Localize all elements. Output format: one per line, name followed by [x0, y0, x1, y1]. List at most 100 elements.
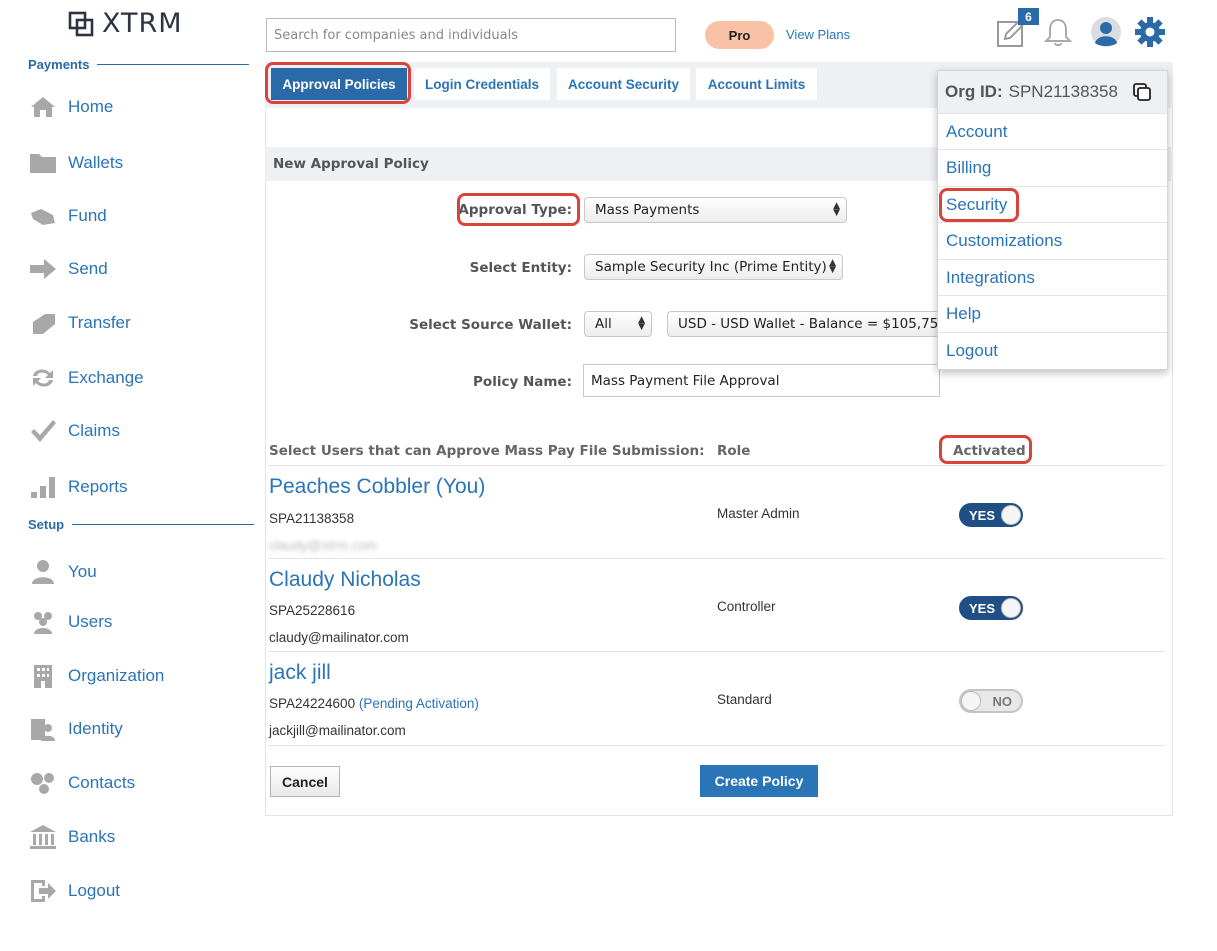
tab-account-limits[interactable]: Account Limits	[696, 68, 817, 100]
user-name[interactable]: Peaches Cobbler (You)	[269, 475, 485, 499]
user-role: Controller	[717, 599, 776, 614]
settings-dropdown-menu: Org ID: SPN21138358 Account Billing Secu…	[937, 70, 1168, 370]
table-row: Claudy Nicholas SPA25228616 claudy@maili…	[268, 558, 1165, 652]
policy-name-label: Policy Name:	[473, 374, 572, 390]
contacts-icon	[28, 769, 58, 797]
user-role: Master Admin	[717, 506, 800, 521]
users-column-header: Select Users that can Approve Mass Pay F…	[269, 443, 705, 459]
activated-column-header: Activated	[953, 443, 1026, 459]
payments-divider	[97, 64, 250, 65]
tab-login-credentials[interactable]: Login Credentials	[414, 68, 550, 100]
exchange-icon	[28, 364, 58, 392]
sidebar-item-send[interactable]: Send	[28, 254, 108, 284]
toggle-knob	[1001, 505, 1021, 525]
table-row: Peaches Cobbler (You) SPA21138358 claudy…	[268, 465, 1165, 559]
entity-select[interactable]: Sample Security Inc (Prime Entity) ▲ ▼	[584, 254, 843, 280]
org-id-row: Org ID: SPN21138358	[938, 71, 1167, 113]
menu-item-help[interactable]: Help	[938, 295, 1167, 331]
send-arrow-icon	[28, 255, 58, 283]
user-id: SPA21138358	[269, 511, 355, 526]
fund-icon	[28, 202, 58, 230]
sidebar-item-you[interactable]: You	[28, 557, 97, 587]
toggle-knob	[961, 691, 981, 711]
sidebar-item-wallets[interactable]: Wallets	[28, 148, 123, 178]
sidebar-item-label: Transfer	[68, 313, 131, 332]
tab-account-security[interactable]: Account Security	[557, 68, 690, 100]
cancel-button[interactable]: Cancel	[270, 766, 340, 797]
sidebar-item-label: You	[68, 562, 97, 581]
bar-chart-icon	[28, 473, 58, 501]
settings-button[interactable]	[1134, 16, 1166, 50]
sidebar-item-home[interactable]: Home	[28, 92, 113, 122]
sidebar-item-identity[interactable]: Identity	[28, 714, 123, 744]
select-arrows-icon: ▲ ▼	[829, 258, 836, 275]
activated-toggle[interactable]: YES	[959, 503, 1023, 527]
building-icon	[28, 662, 58, 690]
org-id-label: Org ID:	[945, 82, 1003, 101]
approval-type-label: Approval Type:	[458, 202, 572, 218]
user-avatar-button[interactable]	[1090, 16, 1122, 50]
entity-value: Sample Security Inc (Prime Entity)	[595, 259, 827, 275]
bell-icon	[1043, 17, 1073, 52]
users-icon	[28, 608, 58, 636]
sidebar-item-reports[interactable]: Reports	[28, 472, 128, 502]
menu-item-billing[interactable]: Billing	[938, 149, 1167, 185]
app-logo-text: XTRM	[102, 8, 183, 39]
policy-name-input[interactable]	[583, 364, 940, 397]
setup-heading: Setup	[28, 517, 255, 532]
sidebar-item-label: Identity	[68, 719, 123, 738]
sidebar-item-logout[interactable]: Logout	[28, 876, 120, 906]
copy-icon[interactable]	[1133, 83, 1151, 101]
person-icon	[28, 558, 58, 586]
toggle-label: YES	[969, 600, 996, 616]
pending-activation-link[interactable]: (Pending Activation)	[359, 696, 479, 711]
user-name[interactable]: Claudy Nicholas	[269, 568, 421, 592]
sidebar-item-label: Banks	[68, 827, 116, 846]
source-wallet-select[interactable]: USD - USD Wallet - Balance = $105,75	[667, 311, 939, 337]
home-icon	[28, 93, 58, 121]
sidebar-item-fund[interactable]: Fund	[28, 201, 107, 231]
pro-plan-badge[interactable]: Pro	[705, 21, 774, 49]
activated-toggle[interactable]: YES	[959, 596, 1023, 620]
view-plans-link[interactable]: View Plans	[786, 27, 850, 42]
menu-item-account[interactable]: Account	[938, 113, 1167, 149]
select-arrows-icon: ▲ ▼	[638, 315, 645, 332]
setup-heading-label: Setup	[28, 517, 65, 532]
select-entity-label: Select Entity:	[469, 260, 572, 276]
app-logo[interactable]: XTRM	[68, 8, 183, 39]
sidebar-item-banks[interactable]: Banks	[28, 822, 115, 852]
menu-item-logout[interactable]: Logout	[938, 332, 1167, 368]
toggle-knob	[1001, 598, 1021, 618]
identity-icon	[28, 715, 58, 743]
activated-toggle[interactable]: NO	[959, 689, 1023, 713]
user-id: SPA24224600	[269, 696, 356, 711]
sidebar-item-label: Contacts	[68, 773, 136, 792]
tab-approval-policies[interactable]: Approval Policies	[271, 68, 407, 100]
menu-item-customizations[interactable]: Customizations	[938, 222, 1167, 258]
source-wallet-value: USD - USD Wallet - Balance = $105,75	[678, 316, 939, 332]
setup-divider	[72, 524, 255, 525]
menu-item-security[interactable]: Security	[938, 186, 1167, 222]
menu-item-integrations[interactable]: Integrations	[938, 259, 1167, 295]
sidebar-item-users[interactable]: Users	[28, 607, 112, 637]
sidebar-item-label: Exchange	[68, 368, 144, 387]
user-name[interactable]: jack jill	[269, 661, 331, 685]
sidebar-item-transfer[interactable]: Transfer	[28, 308, 131, 338]
notes-count-badge: 6	[1018, 8, 1039, 25]
sidebar-item-organization[interactable]: Organization	[28, 661, 164, 691]
table-row: jack jill SPA24224600 (Pending Activatio…	[268, 651, 1165, 746]
approval-type-select[interactable]: Mass Payments ▲ ▼	[584, 197, 847, 223]
create-policy-button[interactable]: Create Policy	[700, 765, 818, 797]
search-input[interactable]	[266, 18, 676, 52]
approval-type-value: Mass Payments	[595, 202, 700, 218]
source-wallet-filter-value: All	[595, 316, 612, 332]
sidebar-item-claims[interactable]: Claims	[28, 416, 120, 446]
toggle-label: NO	[992, 693, 1013, 709]
sidebar-item-contacts[interactable]: Contacts	[28, 768, 135, 798]
role-column-header: Role	[717, 443, 751, 459]
org-id-value: SPN21138358	[1008, 82, 1118, 101]
source-wallet-filter-select[interactable]: All ▲ ▼	[584, 311, 652, 337]
notifications-button[interactable]	[1043, 18, 1073, 50]
sidebar-item-exchange[interactable]: Exchange	[28, 363, 144, 393]
toggle-label: YES	[969, 507, 996, 523]
